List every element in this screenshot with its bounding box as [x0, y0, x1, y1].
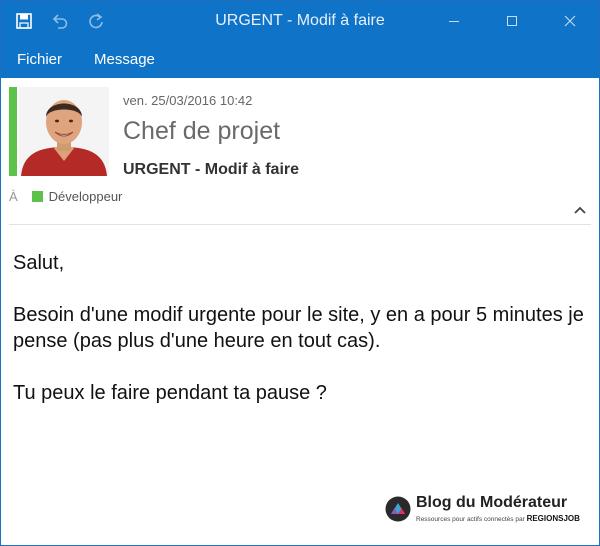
- mail-window: URGENT - Modif à faire Fichier Message v…: [0, 0, 600, 546]
- watermark-tagline-text: Ressources pour actifs connectés par: [416, 516, 525, 523]
- watermark: Blog du Modérateur Ressources pour actif…: [385, 494, 595, 525]
- menu-fichier[interactable]: Fichier: [1, 41, 78, 78]
- category-color-bar: [9, 87, 17, 176]
- watermark-title: Blog du Modérateur: [416, 494, 568, 511]
- close-icon[interactable]: [541, 1, 599, 41]
- recipient-row: À Développeur: [9, 189, 122, 204]
- message-header: ven. 25/03/2016 10:42 Chef de projet URG…: [1, 78, 599, 228]
- window-controls: [425, 1, 599, 41]
- save-icon[interactable]: [11, 8, 37, 34]
- menu-bar: Fichier Message: [1, 41, 599, 78]
- menu-message[interactable]: Message: [78, 41, 171, 78]
- body-paragraph: Salut,: [13, 252, 65, 274]
- sender-name: Chef de projet: [123, 117, 281, 145]
- quick-access-toolbar: [1, 1, 109, 41]
- undo-icon[interactable]: [47, 8, 73, 34]
- message-subject: URGENT - Modif à faire: [123, 161, 300, 178]
- watermark-brand: REGIONSJOB: [526, 514, 580, 523]
- header-divider: [9, 224, 591, 225]
- maximize-icon[interactable]: [483, 1, 541, 41]
- chevron-up-icon[interactable]: [573, 202, 587, 214]
- watermark-tagline: Ressources pour actifs connectés par REG…: [416, 514, 580, 523]
- sender-avatar: [19, 87, 109, 176]
- body-paragraph: Tu peux le faire pendant ta pause ?: [13, 382, 327, 404]
- message-date: ven. 25/03/2016 10:42: [123, 93, 253, 108]
- blog-logo-icon: [385, 496, 411, 522]
- message-body: Salut, Besoin d'une modif urgente pour l…: [13, 250, 587, 432]
- redo-icon[interactable]: [83, 8, 109, 34]
- title-bar: URGENT - Modif à faire: [1, 1, 599, 41]
- to-label: À: [9, 189, 18, 204]
- recipient-category-icon: [31, 191, 43, 202]
- body-paragraph: Besoin d'une modif urgente pour le site,…: [13, 304, 584, 352]
- minimize-icon[interactable]: [425, 1, 483, 41]
- recipient-name[interactable]: Développeur: [49, 189, 123, 204]
